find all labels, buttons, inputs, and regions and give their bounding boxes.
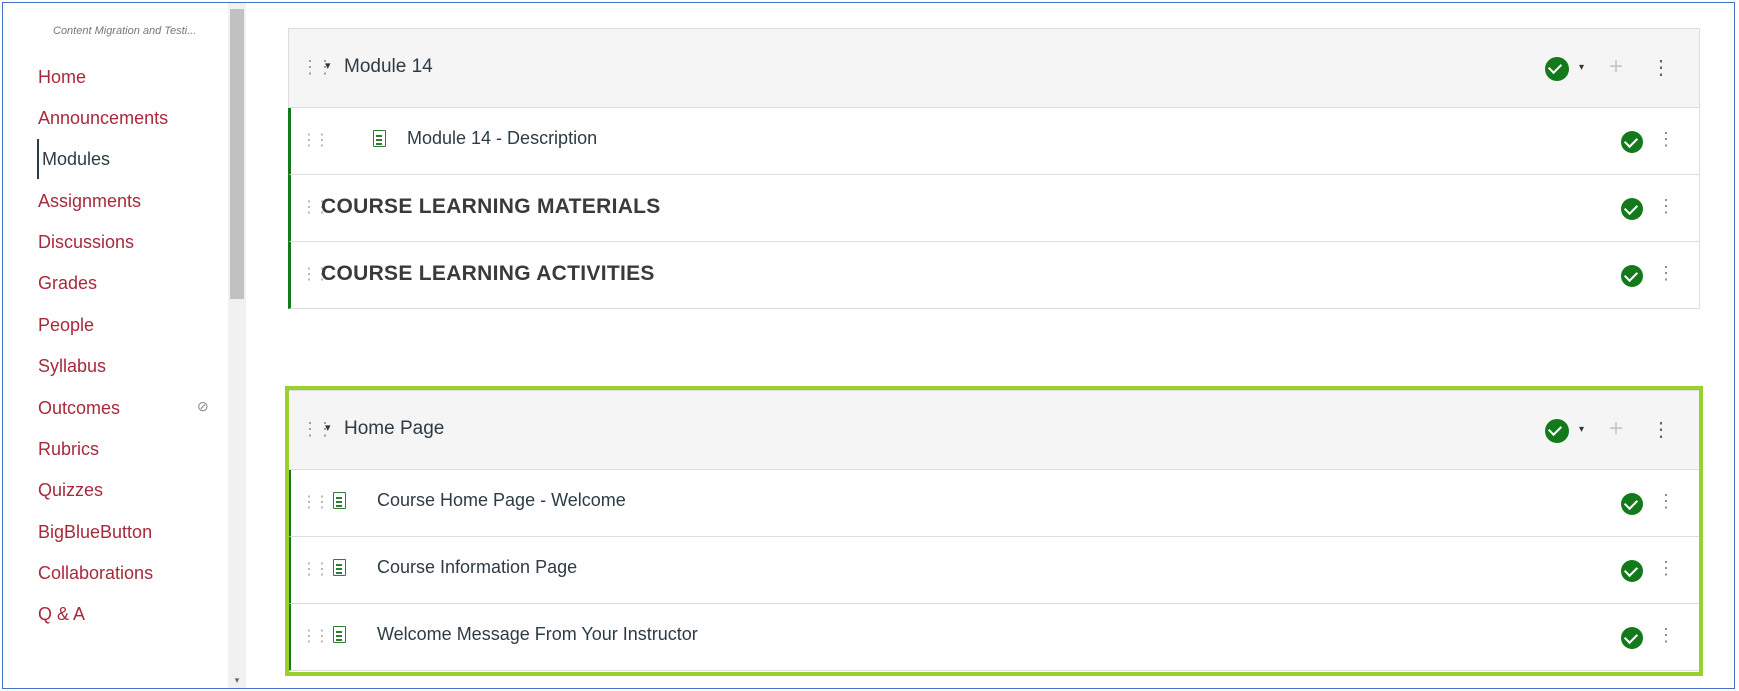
published-check-icon[interactable] — [1545, 419, 1569, 443]
nav-outcomes[interactable]: Outcomes — [38, 398, 120, 419]
nav-syllabus[interactable]: Syllabus — [38, 356, 106, 377]
nav-rubrics[interactable]: Rubrics — [38, 439, 99, 460]
published-check-icon[interactable] — [1621, 560, 1643, 582]
collapse-caret-icon[interactable]: ▾ — [325, 421, 331, 434]
nav-announcements[interactable]: Announcements — [38, 108, 168, 129]
collapse-caret-icon[interactable]: ▾ — [325, 59, 331, 72]
page-icon — [333, 559, 346, 576]
nav-quizzes[interactable]: Quizzes — [38, 480, 103, 501]
module-item-subheader[interactable]: ⋮⋮ COURSE LEARNING MATERIALS ⋮ — [288, 175, 1700, 242]
page-icon — [333, 492, 346, 509]
module-item[interactable]: ⋮⋮ Course Home Page - Welcome ⋮ — [288, 470, 1700, 537]
module-options-kebab-icon[interactable]: ⋮ — [1651, 417, 1671, 442]
nav-collaborations[interactable]: Collaborations — [38, 563, 153, 584]
publish-menu-caret-icon[interactable]: ▾ — [1579, 424, 1584, 435]
drag-handle-icon[interactable]: ⋮⋮ — [301, 559, 330, 579]
item-options-kebab-icon[interactable]: ⋮ — [1657, 129, 1675, 150]
module-options-kebab-icon[interactable]: ⋮ — [1651, 55, 1671, 80]
module-header[interactable]: ⋮⋮ ▾ Home Page ▾ + ⋮ — [288, 390, 1700, 470]
app-frame: Content Migration and Testi... Home Anno… — [2, 2, 1735, 689]
nav-bigbluebutton[interactable]: BigBlueButton — [38, 522, 152, 543]
item-title[interactable]: Course Information Page — [377, 557, 577, 578]
published-check-icon[interactable] — [1621, 493, 1643, 515]
module-card: ⋮⋮ ▾ Module 14 ▾ + ⋮ ⋮⋮ Module 14 - Desc… — [288, 28, 1700, 309]
drag-handle-icon[interactable]: ⋮⋮ — [301, 492, 330, 512]
subheader-title: COURSE LEARNING MATERIALS — [321, 195, 661, 218]
course-name[interactable]: Content Migration and Testi... — [53, 25, 228, 37]
sidebar-scrollbar-thumb[interactable] — [230, 9, 244, 299]
item-title[interactable]: Welcome Message From Your Instructor — [377, 624, 698, 645]
module-header[interactable]: ⋮⋮ ▾ Module 14 ▾ + ⋮ — [288, 28, 1700, 108]
active-nav-indicator — [37, 139, 39, 179]
page-icon — [373, 130, 386, 147]
publish-menu-caret-icon[interactable]: ▾ — [1579, 62, 1584, 73]
item-options-kebab-icon[interactable]: ⋮ — [1657, 263, 1675, 284]
module-item[interactable]: ⋮⋮ Welcome Message From Your Instructor … — [288, 604, 1700, 671]
published-check-icon[interactable] — [1621, 198, 1643, 220]
add-item-plus-icon[interactable]: + — [1609, 53, 1623, 81]
nav-discussions[interactable]: Discussions — [38, 232, 134, 253]
drag-handle-icon[interactable]: ⋮⋮ — [301, 130, 330, 150]
eye-slash-icon: ⊘ — [197, 398, 209, 414]
page-icon — [333, 626, 346, 643]
scroll-down-arrow-icon[interactable]: ▾ — [230, 675, 244, 686]
item-options-kebab-icon[interactable]: ⋮ — [1657, 196, 1675, 217]
module-item[interactable]: ⋮⋮ Course Information Page ⋮ — [288, 537, 1700, 604]
module-item[interactable]: ⋮⋮ Module 14 - Description ⋮ — [288, 108, 1700, 175]
subheader-title: COURSE LEARNING ACTIVITIES — [321, 262, 655, 285]
item-title[interactable]: Module 14 - Description — [407, 128, 597, 149]
item-options-kebab-icon[interactable]: ⋮ — [1657, 491, 1675, 512]
add-item-plus-icon[interactable]: + — [1609, 415, 1623, 443]
module-card: ⋮⋮ ▾ Home Page ▾ + ⋮ ⋮⋮ Course Home Page… — [288, 390, 1700, 671]
nav-people[interactable]: People — [38, 315, 94, 336]
item-title[interactable]: Course Home Page - Welcome — [377, 490, 626, 511]
published-check-icon[interactable] — [1545, 57, 1569, 81]
drag-handle-icon[interactable]: ⋮⋮ — [301, 626, 330, 646]
nav-modules[interactable]: Modules — [42, 149, 110, 170]
item-options-kebab-icon[interactable]: ⋮ — [1657, 558, 1675, 579]
module-title: Home Page — [344, 418, 445, 439]
nav-q-and-a[interactable]: Q & A — [38, 604, 85, 625]
published-check-icon[interactable] — [1621, 131, 1643, 153]
course-nav-sidebar: Content Migration and Testi... Home Anno… — [3, 3, 246, 688]
module-title: Module 14 — [344, 56, 433, 77]
nav-assignments[interactable]: Assignments — [38, 191, 141, 212]
nav-home[interactable]: Home — [38, 67, 86, 88]
item-options-kebab-icon[interactable]: ⋮ — [1657, 625, 1675, 646]
published-check-icon[interactable] — [1621, 265, 1643, 287]
published-check-icon[interactable] — [1621, 627, 1643, 649]
module-item-subheader[interactable]: ⋮⋮ COURSE LEARNING ACTIVITIES ⋮ — [288, 242, 1700, 309]
nav-grades[interactable]: Grades — [38, 273, 97, 294]
